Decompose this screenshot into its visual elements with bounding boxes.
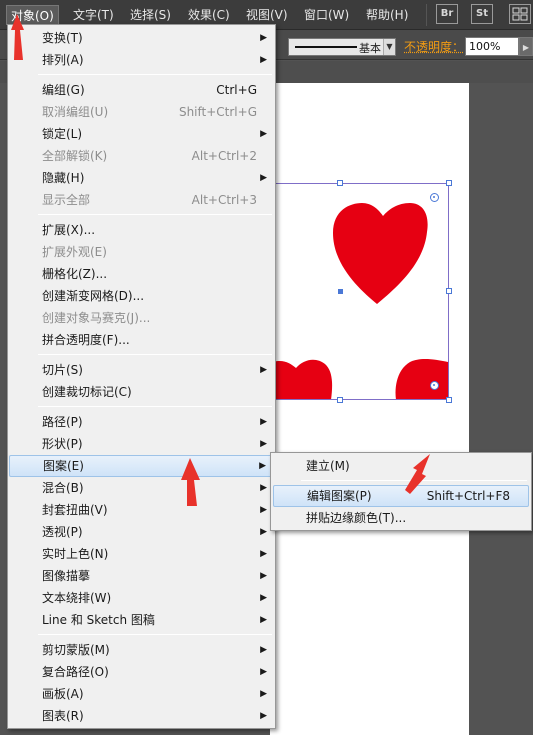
annotation-arrow-icon — [405, 454, 430, 494]
annotation-arrows — [11, 14, 430, 506]
annotation-arrow-icon — [181, 458, 200, 506]
annotation-arrow-icon — [11, 14, 24, 60]
